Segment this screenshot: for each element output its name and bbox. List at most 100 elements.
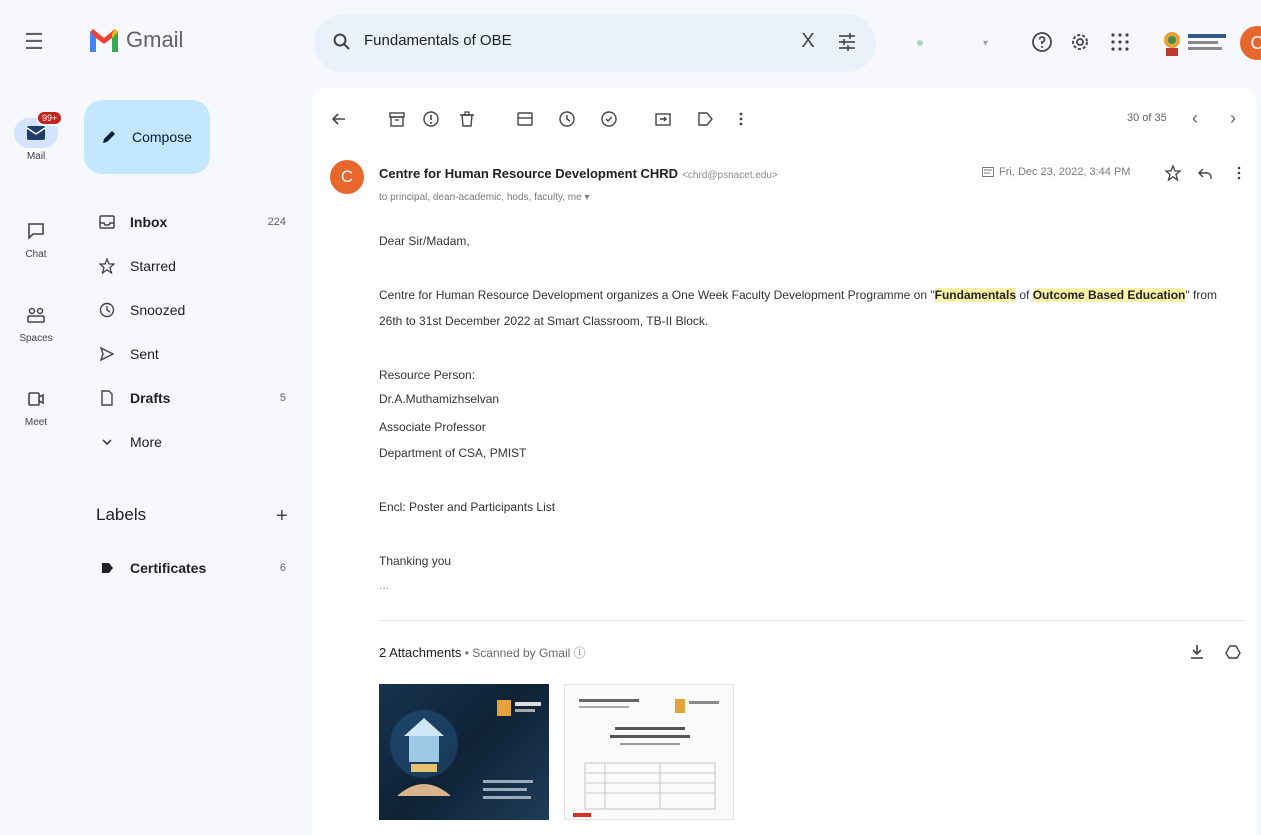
- star-icon: [96, 255, 118, 277]
- recipients-toggle[interactable]: to principal, dean-academic, hods, facul…: [379, 192, 590, 203]
- apps-grid-icon[interactable]: [1108, 30, 1132, 54]
- report-spam-icon[interactable]: [422, 110, 440, 128]
- nav-item-drafts[interactable]: Drafts 5: [96, 382, 296, 414]
- pencil-icon: [103, 131, 115, 143]
- nav-label-sent: Sent: [130, 346, 159, 362]
- sender-name[interactable]: Centre for Human Resource Development CH…: [379, 166, 678, 181]
- resource-title: Resource Person:: [379, 368, 476, 382]
- attachment-poster-thumbnail[interactable]: [379, 684, 549, 820]
- message-more-icon[interactable]: [1230, 164, 1248, 182]
- enclosure-note: Encl: Poster and Participants List: [379, 500, 556, 514]
- rail-item-mail[interactable]: 99+ Mail: [0, 110, 72, 162]
- star-message-icon[interactable]: [1164, 164, 1182, 182]
- search-bar[interactable]: Fundamentals of OBE X: [314, 14, 876, 72]
- label-item-certificates[interactable]: Certificates 6: [96, 552, 296, 584]
- status-caret-icon[interactable]: ▾: [983, 38, 988, 49]
- inbox-icon: [96, 211, 118, 233]
- org-emblem-icon: [1164, 32, 1180, 56]
- labels-header: Labels +: [96, 505, 296, 529]
- rail-item-spaces[interactable]: Spaces: [0, 300, 72, 344]
- nav-item-more[interactable]: More: [96, 426, 296, 458]
- paragraph-of: of: [1016, 288, 1033, 302]
- add-to-tasks-icon[interactable]: [600, 110, 618, 128]
- settings-gear-icon[interactable]: [1068, 30, 1092, 54]
- resource-name: Dr.A.Muthamizhselvan: [379, 392, 500, 406]
- drafts-count: 5: [279, 392, 286, 404]
- attachments-scanned-note: • Scanned by Gmail ⓘ: [461, 646, 586, 660]
- gmail-m-icon: [90, 29, 118, 52]
- compose-button[interactable]: Compose: [84, 100, 210, 174]
- resource-role: Associate Professor: [379, 420, 486, 434]
- gmail-logo[interactable]: Gmail: [88, 26, 183, 54]
- search-highlight-2: Outcome Based Education: [1032, 288, 1186, 302]
- rail-mail-wrap: 99+: [14, 110, 64, 148]
- paragraph-end: " from: [1185, 288, 1217, 302]
- message-paragraph: Centre for Human Resource Development or…: [379, 284, 1249, 306]
- sender-line: Centre for Human Resource Development CH…: [379, 166, 778, 181]
- mark-unread-icon[interactable]: [516, 110, 534, 128]
- rail-item-meet[interactable]: Meet: [0, 384, 72, 428]
- clear-search-icon[interactable]: X: [796, 30, 820, 53]
- resource-department: Department of CSA, PMIST: [379, 446, 527, 460]
- top-bar: ☰ Gmail Fundamentals of OBE X ▾ C: [0, 0, 1261, 88]
- compose-label: Compose: [132, 129, 192, 145]
- message-date-text: Fri, Dec 23, 2022, 3:44 PM: [999, 166, 1131, 178]
- chat-icon: [28, 223, 44, 240]
- more-vert-icon[interactable]: [732, 110, 750, 128]
- archive-icon[interactable]: [388, 110, 406, 128]
- nav-item-inbox[interactable]: Inbox 224: [96, 206, 296, 238]
- help-icon[interactable]: [1030, 30, 1054, 54]
- app-rail: 99+ Mail Chat Spaces Meet: [0, 88, 72, 835]
- rail-label-spaces: Spaces: [19, 333, 53, 344]
- attachments-divider: [379, 620, 1245, 621]
- previous-message-button[interactable]: ‹: [1192, 108, 1198, 129]
- search-input[interactable]: Fundamentals of OBE: [364, 32, 512, 49]
- org-wordmark-icon: [1188, 34, 1226, 50]
- nav-label-inbox: Inbox: [130, 214, 168, 230]
- organization-logo[interactable]: [1160, 24, 1230, 64]
- message-date: Fri, Dec 23, 2022, 3:44 PM: [982, 166, 1130, 178]
- back-arrow-icon[interactable]: [330, 110, 348, 128]
- search-options-icon[interactable]: [836, 31, 858, 53]
- attachment-participants-thumbnail[interactable]: [564, 684, 734, 820]
- add-label-button[interactable]: +: [276, 505, 288, 528]
- move-to-icon[interactable]: [654, 110, 672, 128]
- rail-item-chat[interactable]: Chat: [0, 216, 72, 260]
- clock-icon: [96, 299, 118, 321]
- nav-item-sent[interactable]: Sent: [96, 338, 296, 370]
- paragraph-start: Centre for Human Resource Development or…: [379, 288, 935, 302]
- search-highlight-1: Fundamentals: [934, 288, 1016, 302]
- meet-icon: [28, 392, 44, 406]
- draft-icon: [96, 387, 118, 409]
- attachments-header: 2 Attachments • Scanned by Gmail ⓘ: [379, 644, 586, 661]
- show-trimmed-content[interactable]: ...: [379, 574, 389, 596]
- status-indicator[interactable]: [917, 40, 923, 46]
- reply-icon[interactable]: [1196, 164, 1214, 182]
- nav-label-snoozed: Snoozed: [130, 302, 186, 318]
- nav-item-starred[interactable]: Starred: [96, 250, 296, 282]
- spaces-icon: [27, 307, 45, 323]
- next-message-button[interactable]: ›: [1230, 108, 1236, 129]
- sender-avatar[interactable]: C: [330, 160, 364, 194]
- add-to-drive-icon[interactable]: [1224, 643, 1242, 661]
- label-icon[interactable]: [696, 110, 714, 128]
- download-all-icon[interactable]: [1188, 643, 1206, 661]
- snooze-icon[interactable]: [558, 110, 576, 128]
- rail-chat-wrap: [14, 216, 58, 246]
- pagination-text: 30 of 35: [1127, 112, 1167, 124]
- gmail-wordmark: Gmail: [126, 27, 184, 52]
- sender-email: <chrd@psnacet.edu>: [682, 170, 778, 181]
- rail-meet-wrap: [14, 384, 58, 414]
- rail-label-mail: Mail: [26, 151, 46, 162]
- delete-icon[interactable]: [458, 110, 476, 128]
- nav-item-snoozed[interactable]: Snoozed: [96, 294, 296, 326]
- nav-label-starred: Starred: [130, 258, 176, 274]
- inbox-count: 224: [267, 216, 286, 228]
- account-avatar[interactable]: C: [1240, 26, 1261, 60]
- search-icon[interactable]: [332, 32, 352, 52]
- rail-spaces-wrap: [14, 300, 58, 330]
- rail-label-chat: Chat: [25, 249, 47, 260]
- document-preview-icon: [573, 699, 719, 817]
- greeting: Dear Sir/Madam,: [379, 234, 470, 248]
- main-menu-icon[interactable]: ☰: [22, 30, 46, 54]
